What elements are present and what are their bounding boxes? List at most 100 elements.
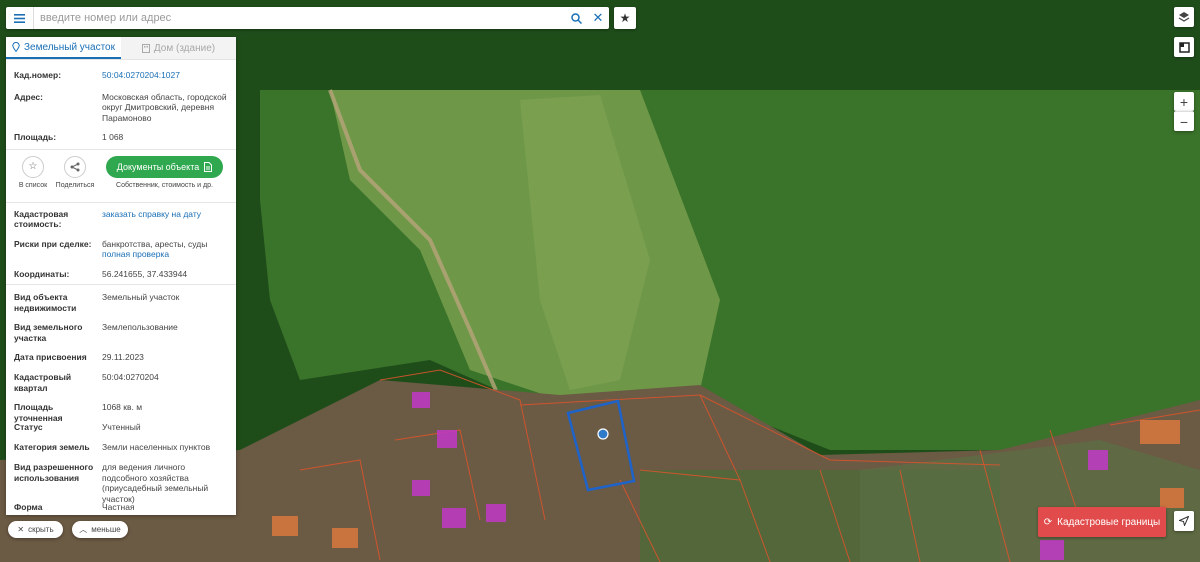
selected-parcel-marker	[597, 428, 609, 440]
detail-label: Вид земельного участка	[14, 322, 83, 343]
cost-link[interactable]: заказать справку на дату	[102, 209, 230, 230]
detail-label: Вид разрешенного использования	[14, 462, 94, 483]
detail-row: Вид земельного участка Землепользование	[6, 322, 236, 352]
cadastral-borders-button[interactable]: ⟳ Кадастровые границы	[1038, 507, 1166, 537]
search-input[interactable]	[34, 8, 565, 28]
detail-label: Форма собственности	[14, 502, 77, 515]
share-button[interactable]: Поделиться	[54, 155, 96, 189]
area-value: 1 068	[102, 132, 124, 142]
add-to-list-button[interactable]: ☆ В список	[12, 155, 54, 189]
address-label: Адрес:	[14, 91, 43, 102]
coords-label: Координаты:	[14, 268, 70, 279]
detail-value: 29.11.2023	[102, 352, 144, 362]
minus-icon: −	[1179, 113, 1189, 130]
locate-button[interactable]	[1174, 511, 1194, 531]
share-label: Поделиться	[55, 181, 95, 189]
address-row: Адрес: Московская область, городской окр…	[6, 92, 236, 124]
navigation-icon	[1179, 516, 1189, 526]
tab-building-label: Дом (здание)	[153, 42, 216, 54]
cad-number-value[interactable]: 50:04:0270204:1027	[102, 70, 230, 81]
plus-icon: +	[1179, 93, 1189, 110]
documents-button-label: Документы объекта	[116, 161, 200, 172]
tab-land-plot[interactable]: Земельный участок	[6, 37, 121, 59]
detail-value: 50:04:0270204	[102, 372, 159, 382]
detail-label: Вид объекта недвижимости	[14, 292, 77, 313]
search-icon	[570, 12, 582, 24]
menu-button[interactable]	[6, 7, 34, 29]
layers-icon	[1178, 12, 1190, 22]
zoom-out-button[interactable]: −	[1174, 111, 1194, 131]
fullscreen-icon	[1178, 41, 1190, 53]
detail-row: Площадь уточненная 1068 кв. м	[6, 402, 236, 423]
documents-subtitle: Собственник, стоимость и др.	[116, 181, 213, 189]
cad-number-label: Кад.номер:	[14, 70, 62, 80]
cadastral-borders-label: Кадастровые границы	[1057, 516, 1161, 528]
document-icon	[204, 161, 213, 172]
detail-label: Статус	[14, 422, 43, 432]
detail-label: Категория земель	[14, 442, 90, 452]
detail-label: Дата присвоения	[14, 352, 87, 362]
coords-row: Координаты: 56.241655, 37.433944	[6, 269, 236, 280]
details-list: Вид объекта недвижимости Земельный участо…	[6, 292, 236, 515]
close-icon: ✕	[17, 525, 25, 534]
add-to-list-label: В список	[18, 181, 48, 189]
chevron-up-icon: ︿	[79, 525, 88, 534]
action-bar: ☆ В список Поделиться Документы объекта …	[6, 155, 236, 196]
info-panel: Земельный участок Дом (здание) Кад.номер…	[6, 37, 236, 515]
zoom-in-button[interactable]: +	[1174, 92, 1194, 111]
star-outline-icon: ☆	[28, 161, 38, 172]
divider	[6, 148, 236, 150]
detail-row: Кадастровый квартал 50:04:0270204	[6, 372, 236, 402]
documents-button[interactable]: Документы объекта	[106, 155, 223, 178]
share-icon	[70, 162, 80, 171]
detail-row: Статус Учтенный	[6, 422, 236, 442]
divider	[6, 201, 236, 203]
risk-value: банкротства, аресты, суды	[102, 238, 208, 249]
area-label: Площадь:	[14, 132, 57, 142]
detail-value: Частная	[102, 502, 135, 512]
clear-search-button[interactable]: ✕	[587, 7, 609, 29]
less-button[interactable]: ︿ меньше	[72, 521, 128, 538]
refresh-icon: ⟳	[1043, 516, 1053, 528]
cost-row: Кадастровая стоимость: заказать справку …	[6, 209, 236, 230]
hide-label: скрыть	[28, 525, 54, 534]
search-button[interactable]	[565, 7, 587, 29]
pin-icon	[12, 42, 20, 52]
detail-value: для ведения личного подсобного хозяйства…	[102, 462, 209, 504]
detail-value: 1068 кв. м	[102, 402, 143, 412]
risk-label: Риски при сделке:	[14, 238, 92, 249]
detail-row: Форма собственности Частная	[6, 502, 236, 515]
detail-row: Вид объекта недвижимости Земельный участо…	[6, 292, 236, 322]
detail-row: Дата присвоения 29.11.2023	[6, 352, 236, 372]
panel-tabs: Земельный участок Дом (здание)	[6, 37, 236, 60]
risk-row: Риски при сделке: банкротства, аресты, с…	[6, 239, 236, 260]
address-value: Московская область, городской округ Дмит…	[102, 91, 227, 123]
menu-icon	[14, 13, 25, 23]
detail-row: Вид разрешенного использования для ведени…	[6, 462, 236, 504]
tab-building[interactable]: Дом (здание)	[121, 37, 236, 59]
star-icon: ★	[619, 11, 631, 25]
cost-label: Кадастровая стоимость:	[14, 208, 69, 230]
detail-row: Категория земель Земли населенных пунктов	[6, 442, 236, 462]
detail-value: Земли населенных пунктов	[102, 442, 211, 452]
search-bar: ✕	[6, 7, 609, 29]
close-icon: ✕	[592, 10, 604, 25]
less-label: меньше	[91, 525, 121, 534]
hide-panel-button[interactable]: ✕ скрыть	[8, 521, 63, 538]
layers-button[interactable]	[1174, 7, 1194, 27]
fullscreen-button[interactable]	[1174, 37, 1194, 57]
area-row: Площадь: 1 068	[6, 132, 236, 143]
detail-label: Кадастровый квартал	[14, 372, 72, 393]
tab-land-label: Земельный участок	[23, 41, 115, 53]
building-icon	[141, 43, 150, 53]
detail-label: Площадь уточненная	[14, 402, 63, 423]
divider	[6, 284, 236, 285]
favorites-button[interactable]: ★	[614, 7, 636, 29]
detail-value: Земельный участок	[102, 292, 180, 302]
documents-block: Документы объекта Собственник, стоимость…	[106, 155, 223, 189]
detail-value: Учтенный	[102, 422, 141, 432]
cad-number-row: Кад.номер: 50:04:0270204:1027	[6, 70, 236, 81]
detail-value: Землепользование	[102, 322, 178, 332]
coords-value: 56.241655, 37.433944	[102, 268, 188, 279]
full-check-link[interactable]: полная проверка	[102, 249, 230, 260]
